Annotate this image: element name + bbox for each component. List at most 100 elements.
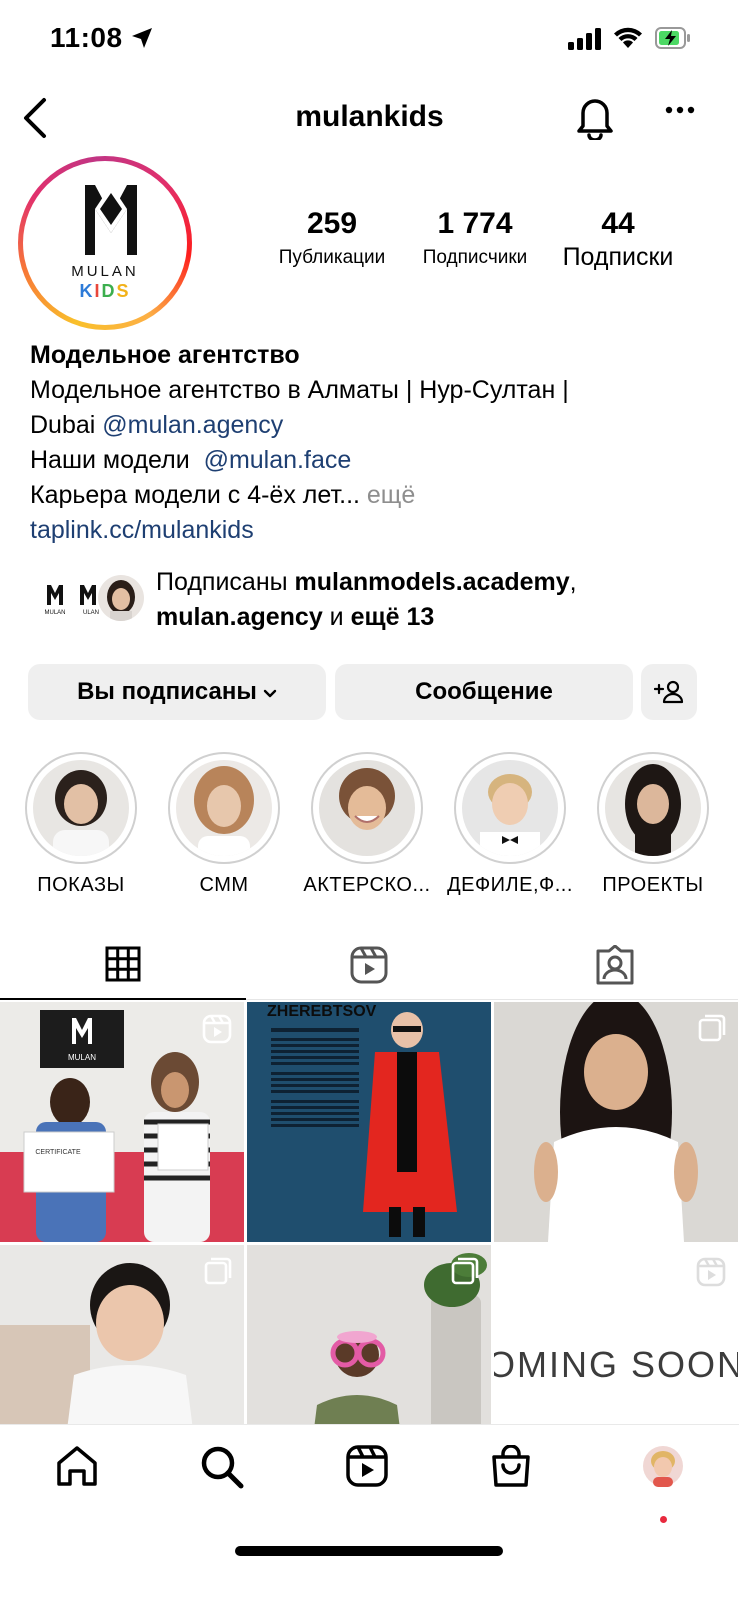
followed-prefix: Подписаны <box>156 568 295 596</box>
followed-by-avatars: MULAN ULAN <box>30 573 146 625</box>
certificate-text: CERTIFICATE <box>35 1149 81 1156</box>
tab-tagged[interactable] <box>492 930 738 1000</box>
bio-website-link[interactable]: taplink.cc/mulankids <box>30 513 720 548</box>
tab-grid[interactable] <box>0 930 246 1000</box>
highlight-cover <box>176 760 272 856</box>
highlight-item[interactable]: СММ <box>159 752 289 897</box>
reels-icon <box>696 1257 726 1287</box>
tab-reels[interactable] <box>246 930 492 1000</box>
post-thumbnail[interactable]: ZHEREBTSOV <box>247 1002 491 1242</box>
svg-text:MULAN: MULAN <box>44 610 65 616</box>
post-thumbnail[interactable]: MULAN CERTIFICATE <box>0 1002 244 1242</box>
highlight-cover <box>605 760 701 856</box>
highlight-item[interactable]: АКТЕРСКО... <box>302 752 432 897</box>
mulan-logo-icon <box>85 185 137 255</box>
followed-rest[interactable]: ещё 13 <box>351 603 435 631</box>
add-user-icon <box>654 680 684 704</box>
kids-letter: S <box>116 281 131 301</box>
profile-header: mulankids <box>0 88 739 148</box>
add-user-button[interactable] <box>641 664 697 720</box>
chevron-down-icon <box>263 689 277 698</box>
kids-letter: K <box>79 281 95 301</box>
posts-count: 259 <box>306 207 358 240</box>
status-time: 11:08 <box>50 22 123 53</box>
home-indicator <box>235 1546 503 1556</box>
carousel-icon <box>698 1014 726 1042</box>
bio-name: Модельное агентство <box>30 341 300 369</box>
home-icon[interactable] <box>55 1445 99 1487</box>
highlight-cover <box>462 760 558 856</box>
profile-avatar[interactable]: MULAN KIDS <box>18 156 192 330</box>
child-photo <box>462 760 558 856</box>
cellular-signal-icon <box>568 28 601 50</box>
profile-avatar[interactable] <box>642 1445 684 1487</box>
following-label: Подписки <box>562 243 674 271</box>
profile-bio: Модельное агентство Модельное агентство … <box>30 338 720 548</box>
tagged-icon <box>596 944 634 984</box>
wifi-icon <box>614 27 642 48</box>
highlight-label: АКТЕРСКО... <box>303 874 431 896</box>
stat-following[interactable]: 44 Подписки <box>548 207 688 272</box>
followed-by-text: Подписаны mulanmodels.academy, mulan.agen… <box>156 565 726 635</box>
child-photo <box>605 760 701 856</box>
post-overlay-text: OMING SOON <box>494 1344 738 1385</box>
post-overlay-text: MULAN <box>68 1053 96 1062</box>
reels-icon <box>202 1014 232 1044</box>
highlight-label: СММ <box>199 874 249 896</box>
highlight-label: ДЕФИЛЕ,Ф... <box>447 874 573 896</box>
child-photo <box>33 760 129 856</box>
reels-icon <box>350 946 388 983</box>
avatar-kids-text: KIDS <box>23 281 187 302</box>
mini-avatar <box>96 573 146 623</box>
notification-dot <box>660 1516 667 1523</box>
highlight-item[interactable]: ДЕФИЛЕ,Ф... <box>445 752 575 897</box>
bio-more-link[interactable]: ещё <box>367 481 415 509</box>
kids-letter: I <box>94 281 102 301</box>
post-thumbnail[interactable] <box>247 1245 491 1426</box>
highlight-label: ПОКАЗЫ <box>37 874 125 896</box>
bio-line: Dubai @mulan.agency <box>30 408 720 443</box>
followed-user[interactable]: mulanmodels.academy <box>295 568 570 596</box>
search-icon[interactable] <box>200 1445 244 1489</box>
avatar-logo-container: MULAN KIDS <box>23 161 187 325</box>
child-photo <box>319 760 415 856</box>
battery-charging-icon <box>655 27 690 49</box>
highlight-cover <box>33 760 129 856</box>
avatar-brand-text: MULAN <box>71 263 139 280</box>
profile-username: mulankids <box>295 100 444 133</box>
highlight-cover <box>319 760 415 856</box>
following-count: 44 <box>601 207 635 240</box>
shop-icon[interactable] <box>490 1445 532 1489</box>
bio-text: Карьера модели с 4-ёх лет... <box>30 481 367 509</box>
mention-link[interactable]: @mulan.face <box>204 446 352 474</box>
stat-posts[interactable]: 259 Публикации <box>262 207 402 269</box>
post-thumbnail[interactable]: OMING SOON <box>494 1245 738 1426</box>
highlight-label: ПРОЕКТЫ <box>602 874 704 896</box>
highlight-ring <box>168 752 280 864</box>
followed-sep: , <box>569 568 577 596</box>
bio-text: Dubai <box>30 411 103 439</box>
more-horizontal-icon[interactable] <box>665 106 695 114</box>
stat-followers[interactable]: 1 774 Подписчики <box>405 207 545 269</box>
carousel-icon <box>451 1257 479 1285</box>
following-button[interactable]: Вы подписаны <box>28 664 326 720</box>
bottom-navigation <box>0 1424 739 1600</box>
followed-mid: и <box>322 603 351 631</box>
posts-grid: MULAN CERTIFICATE ZHEREBTSOV OMING SOON <box>0 1002 739 1426</box>
highlight-ring <box>311 752 423 864</box>
followers-label: Подписчики <box>422 247 528 268</box>
post-thumbnail[interactable] <box>494 1002 738 1242</box>
message-button[interactable]: Сообщение <box>335 664 633 720</box>
reels-icon[interactable] <box>346 1445 388 1487</box>
mention-link[interactable]: @mulan.agency <box>102 411 283 439</box>
profile-tabs <box>0 930 739 1000</box>
highlight-item[interactable]: ПОКАЗЫ <box>16 752 146 897</box>
post-thumbnail[interactable] <box>0 1245 244 1426</box>
highlight-ring <box>25 752 137 864</box>
carousel-icon <box>204 1257 232 1285</box>
bell-icon[interactable] <box>575 94 615 140</box>
following-button-label: Вы подписаны <box>77 678 257 705</box>
followed-by[interactable]: MULAN ULAN Подписаны mulanmodels.academy… <box>30 565 720 635</box>
highlight-item[interactable]: ПРОЕКТЫ <box>588 752 718 897</box>
followed-user[interactable]: mulan.agency <box>156 603 323 631</box>
